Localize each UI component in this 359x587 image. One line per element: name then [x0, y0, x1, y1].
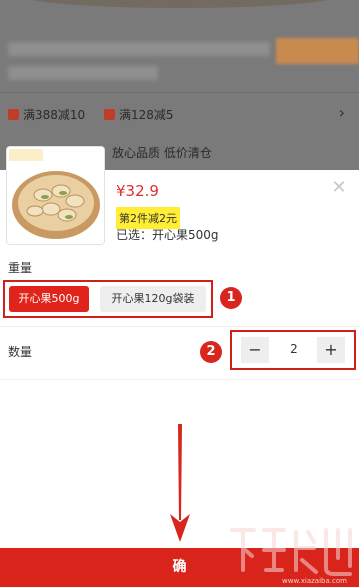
annotation-badge-1: 1 — [220, 287, 242, 309]
coupon-icon — [8, 109, 19, 120]
background-promo-2: 满128减5 — [104, 106, 174, 123]
quantity-minus-button[interactable]: − — [241, 337, 269, 363]
background-promo-1: 满388减10 — [8, 106, 85, 123]
background-page-overlay: 满388减10 满128减5 › 放心品质 低价清仓 — [0, 0, 359, 170]
close-icon[interactable]: ✕ — [329, 178, 349, 198]
quantity-label: 数量 — [8, 345, 33, 359]
option-pistachio-500g[interactable]: 开心果500g — [9, 286, 89, 312]
product-thumbnail — [6, 146, 105, 245]
section-divider — [0, 326, 359, 327]
section-divider — [0, 379, 359, 380]
coupon-icon — [104, 109, 115, 120]
chevron-right-icon: › — [338, 103, 345, 122]
quantity-value[interactable]: 2 — [279, 342, 309, 356]
annotation-badge-2: 2 — [200, 341, 222, 363]
site-watermark-logo — [230, 528, 352, 576]
blurred-product-image — [20, 0, 340, 8]
blurred-title — [8, 42, 270, 56]
background-slogan: 放心品质 低价清仓 — [112, 146, 212, 160]
blurred-subtitle — [8, 66, 158, 80]
pistachio-image — [7, 147, 104, 244]
selected-variant-text: 已选：开心果500g — [116, 228, 219, 242]
blurred-button — [276, 38, 359, 64]
option-pistachio-120g-bag[interactable]: 开心果120g袋装 — [100, 286, 206, 312]
watermark-url: www.xiazaiba.com — [282, 577, 347, 585]
weight-label: 重量 — [8, 261, 33, 275]
annotation-arrow-down-icon — [170, 424, 190, 542]
background-divider — [0, 92, 359, 93]
quantity-plus-button[interactable]: + — [317, 337, 345, 363]
product-price: ¥32.9 — [116, 182, 159, 200]
